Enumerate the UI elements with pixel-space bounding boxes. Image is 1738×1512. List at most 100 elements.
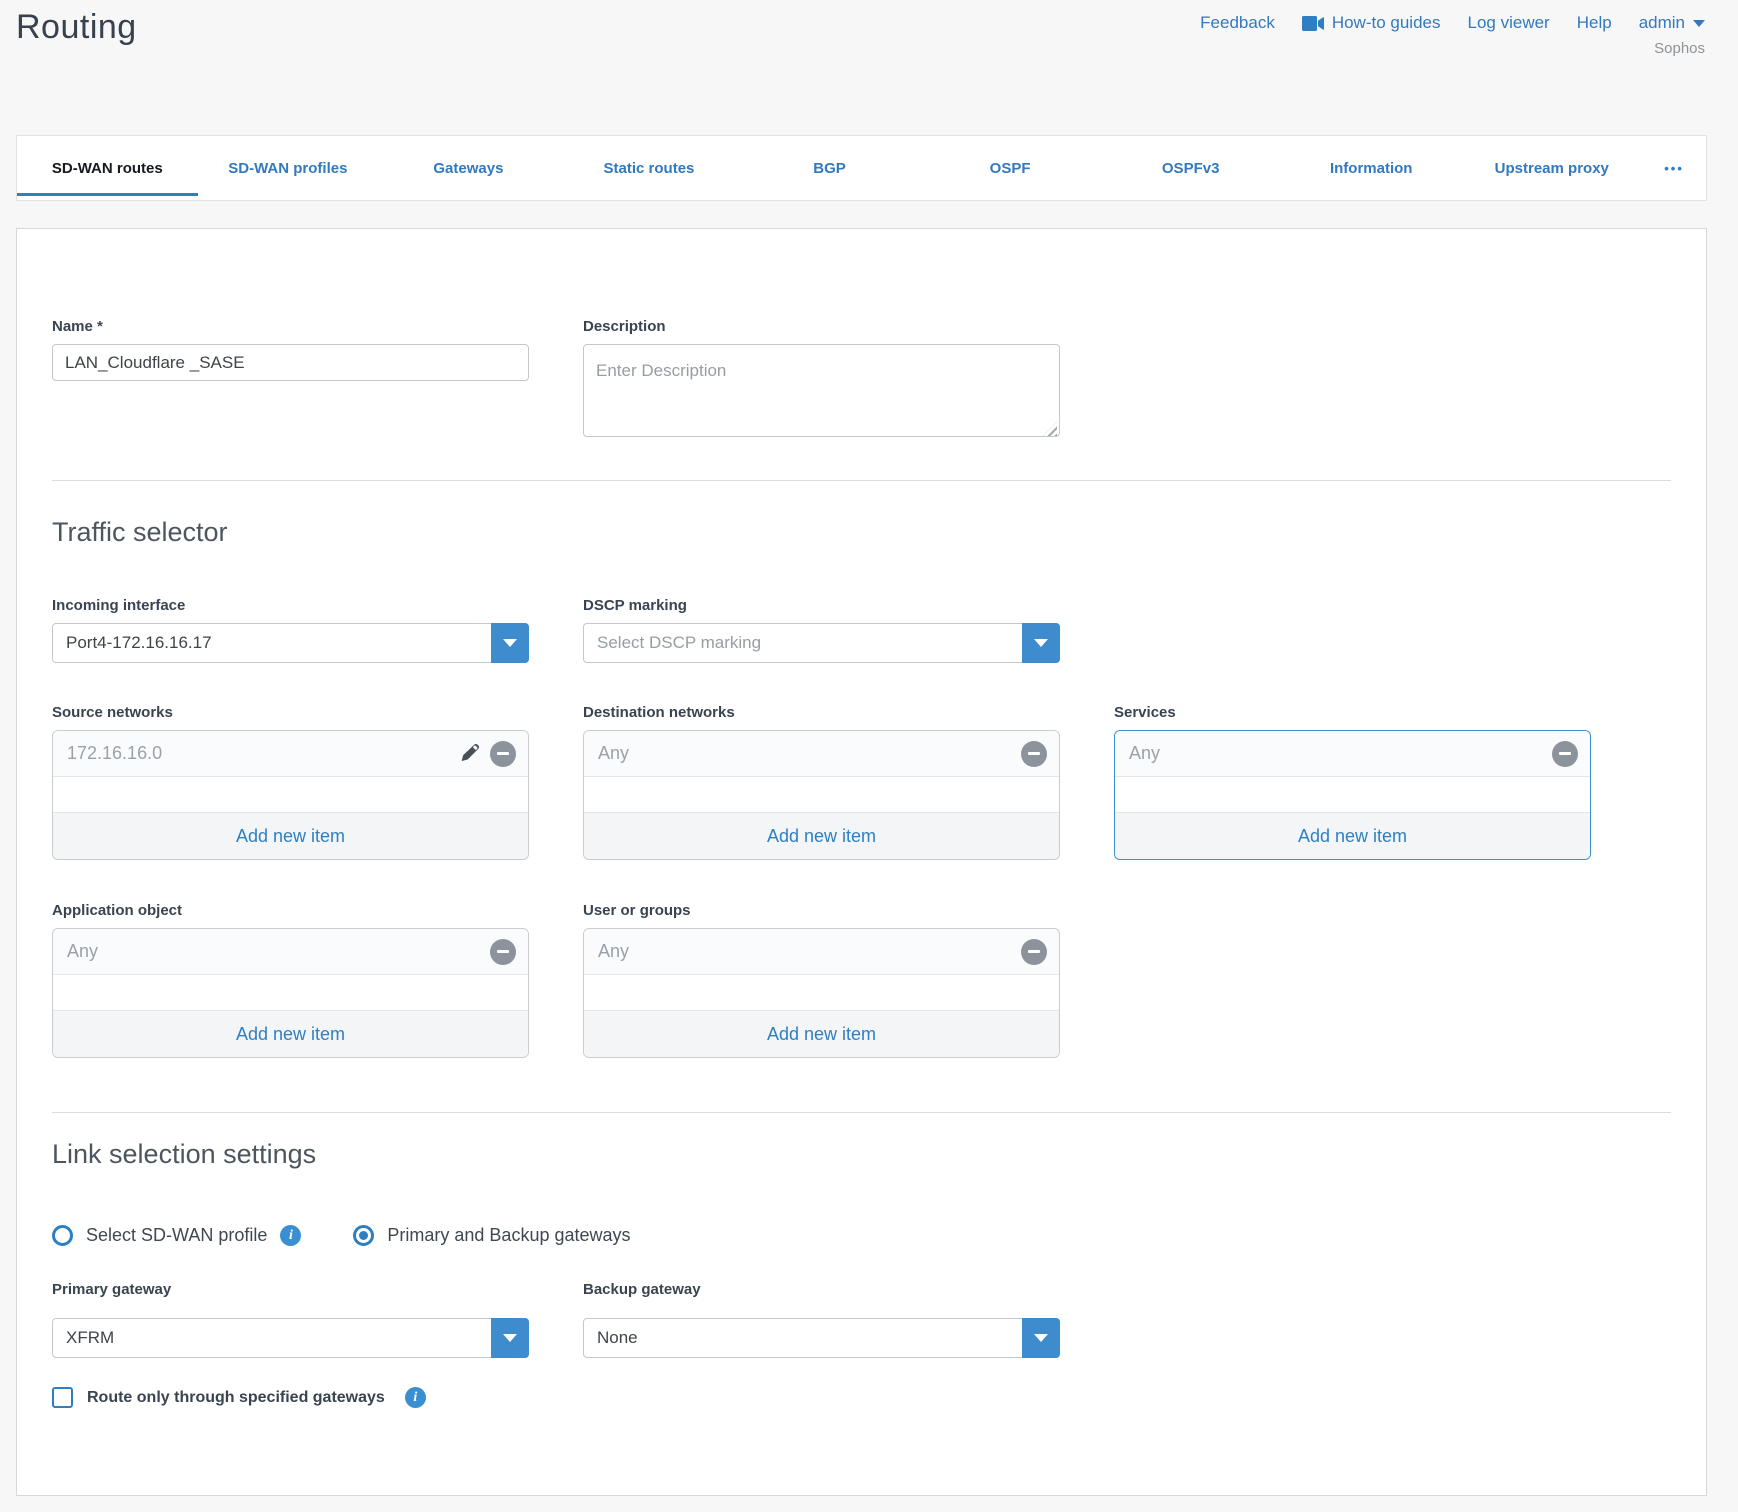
link-selection-heading: Link selection settings xyxy=(52,1139,316,1170)
dscp-marking-select[interactable]: Select DSCP marking xyxy=(583,623,1060,663)
page-title: Routing xyxy=(16,8,137,47)
sdwan-route-form-panel: Name * Description Traffic selector Inco… xyxy=(16,228,1707,1496)
tab-gateways[interactable]: Gateways xyxy=(378,136,559,200)
dropdown-caret-button[interactable] xyxy=(491,623,529,663)
admin-username: admin xyxy=(1639,13,1685,33)
destination-networks-label: Destination networks xyxy=(583,704,1060,721)
description-textarea[interactable] xyxy=(583,344,1060,437)
tab-upstream-proxy[interactable]: Upstream proxy xyxy=(1462,136,1643,200)
edit-pencil-icon[interactable] xyxy=(459,743,480,764)
dropdown-caret-button[interactable] xyxy=(1022,1318,1060,1358)
primary-gateway-label-cell: Primary gateway xyxy=(52,1281,529,1307)
list-item: Any xyxy=(584,929,1059,975)
help-link[interactable]: Help xyxy=(1577,13,1612,33)
incoming-interface-value: Port4-172.16.16.17 xyxy=(53,624,528,662)
listbox-empty-space xyxy=(1115,777,1590,812)
route-only-checkbox[interactable] xyxy=(52,1387,73,1408)
services-label: Services xyxy=(1114,704,1591,721)
application-object-group: Application object Any Add new item xyxy=(52,902,529,1058)
primary-gateway-group: XFRM xyxy=(52,1318,529,1358)
list-item-value: Any xyxy=(598,941,1021,962)
backup-gateway-label: Backup gateway xyxy=(583,1281,1060,1298)
list-item-value: Any xyxy=(67,941,490,962)
listbox-empty-space xyxy=(53,777,528,812)
radio-unselected-icon[interactable] xyxy=(52,1225,73,1246)
primary-gateway-value: XFRM xyxy=(53,1319,528,1357)
video-camera-icon xyxy=(1302,16,1324,31)
route-only-label: Route only through specified gateways xyxy=(87,1389,385,1407)
tab-information[interactable]: Information xyxy=(1281,136,1462,200)
remove-item-icon[interactable] xyxy=(1021,741,1047,767)
services-group: Services Any Add new item xyxy=(1114,704,1591,860)
caret-down-icon xyxy=(1034,639,1048,647)
list-item-value: Any xyxy=(1129,743,1552,764)
name-input[interactable] xyxy=(52,344,529,381)
listbox-empty-space xyxy=(53,975,528,1010)
tab-ospf[interactable]: OSPF xyxy=(920,136,1101,200)
link-selection-options: Select SD-WAN profile i Primary and Back… xyxy=(52,1225,631,1246)
incoming-interface-label: Incoming interface xyxy=(52,597,529,614)
radio-primary-backup-gateways[interactable]: Primary and Backup gateways xyxy=(353,1225,630,1246)
add-new-item-button[interactable]: Add new item xyxy=(584,812,1059,859)
backup-gateway-value: None xyxy=(584,1319,1059,1357)
listbox-empty-space xyxy=(584,975,1059,1010)
user-or-groups-label: User or groups xyxy=(583,902,1060,919)
divider xyxy=(52,480,1671,481)
caret-down-icon xyxy=(503,1334,517,1342)
dropdown-caret-button[interactable] xyxy=(491,1318,529,1358)
source-networks-listbox: 172.16.16.0 Add new item xyxy=(52,730,529,860)
add-new-item-button[interactable]: Add new item xyxy=(1115,812,1590,859)
radio-label: Select SD-WAN profile xyxy=(86,1225,267,1246)
list-item-value: Any xyxy=(598,743,1021,764)
remove-item-icon[interactable] xyxy=(1021,939,1047,965)
tab-sdwan-profiles[interactable]: SD-WAN profiles xyxy=(198,136,379,200)
listbox-empty-space xyxy=(584,777,1059,812)
add-new-item-button[interactable]: Add new item xyxy=(53,1010,528,1057)
incoming-interface-group: Incoming interface Port4-172.16.16.17 xyxy=(52,597,529,663)
tab-static-routes[interactable]: Static routes xyxy=(559,136,740,200)
tab-ospfv3[interactable]: OSPFv3 xyxy=(1100,136,1281,200)
add-new-item-button[interactable]: Add new item xyxy=(53,812,528,859)
info-icon[interactable]: i xyxy=(280,1225,301,1246)
application-object-label: Application object xyxy=(52,902,529,919)
admin-menu[interactable]: admin xyxy=(1639,13,1705,33)
tab-bar: SD-WAN routes SD-WAN profiles Gateways S… xyxy=(16,135,1707,201)
name-label: Name * xyxy=(52,318,529,335)
caret-down-icon xyxy=(1034,1334,1048,1342)
header-nav: Feedback How-to guides Log viewer Help a… xyxy=(1200,13,1705,33)
remove-item-icon[interactable] xyxy=(490,939,516,965)
user-or-groups-group: User or groups Any Add new item xyxy=(583,902,1060,1058)
source-networks-group: Source networks 172.16.16.0 Add new item xyxy=(52,704,529,860)
primary-gateway-select[interactable]: XFRM xyxy=(52,1318,529,1358)
dropdown-caret-button[interactable] xyxy=(1022,623,1060,663)
log-viewer-link[interactable]: Log viewer xyxy=(1468,13,1550,33)
backup-gateway-group: None xyxy=(583,1318,1060,1358)
radio-selected-icon[interactable] xyxy=(353,1225,374,1246)
application-object-listbox: Any Add new item xyxy=(52,928,529,1058)
info-icon[interactable]: i xyxy=(405,1387,426,1408)
traffic-selector-heading: Traffic selector xyxy=(52,517,228,548)
howto-guides-label: How-to guides xyxy=(1332,13,1441,33)
brand-label: Sophos xyxy=(1654,40,1705,57)
user-or-groups-listbox: Any Add new item xyxy=(583,928,1060,1058)
radio-select-sdwan-profile[interactable]: Select SD-WAN profile i xyxy=(52,1225,301,1246)
divider xyxy=(52,1112,1671,1113)
remove-item-icon[interactable] xyxy=(490,741,516,767)
source-networks-label: Source networks xyxy=(52,704,529,721)
list-item: Any xyxy=(1115,731,1590,777)
tab-bgp[interactable]: BGP xyxy=(739,136,920,200)
feedback-link[interactable]: Feedback xyxy=(1200,13,1275,33)
tab-sdwan-routes[interactable]: SD-WAN routes xyxy=(17,136,198,200)
howto-guides-link[interactable]: How-to guides xyxy=(1302,13,1441,33)
more-tabs-button[interactable]: ••• xyxy=(1642,136,1706,200)
remove-item-icon[interactable] xyxy=(1552,741,1578,767)
list-item: Any xyxy=(53,929,528,975)
dscp-marking-label: DSCP marking xyxy=(583,597,1060,614)
description-field-group: Description xyxy=(583,318,1060,442)
incoming-interface-select[interactable]: Port4-172.16.16.17 xyxy=(52,623,529,663)
add-new-item-button[interactable]: Add new item xyxy=(584,1010,1059,1057)
backup-gateway-select[interactable]: None xyxy=(583,1318,1060,1358)
radio-label: Primary and Backup gateways xyxy=(387,1225,630,1246)
name-field-group: Name * xyxy=(52,318,529,381)
dscp-marking-group: DSCP marking Select DSCP marking xyxy=(583,597,1060,663)
